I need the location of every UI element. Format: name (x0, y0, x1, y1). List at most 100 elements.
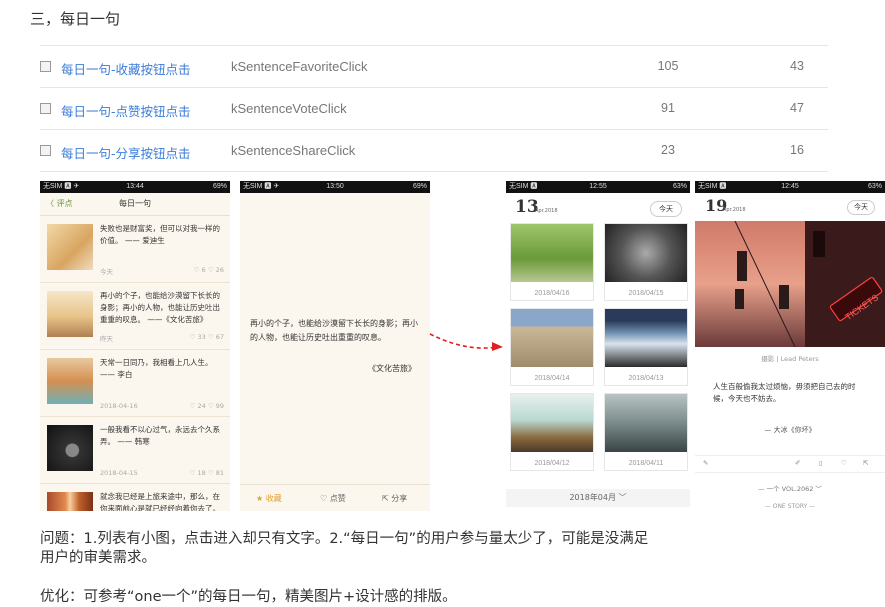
card-date: 2018/04/13 (628, 375, 664, 382)
date-day: 13 (515, 197, 539, 217)
share-button[interactable]: ⇱ 分享 (382, 493, 407, 504)
status-bar: 无SIM 🅰 12:45 63% (695, 181, 885, 193)
grid-card[interactable]: 2018/04/13 (604, 308, 688, 386)
table-row: 每日一句-收藏按钮点击 kSentenceFavoriteClick 105 4… (40, 46, 828, 88)
status-bar: 无SIM 🅰 12:55 63% (506, 181, 690, 193)
list-item-date: 2018-04-15 (100, 469, 138, 477)
status-time: 12:45 (781, 183, 799, 190)
list-item-meta: 2018-04-16 ♡ 24 ♡ 99 (100, 402, 224, 410)
list-item-meta: 昨天 ♡ 33 ♡ 67 (100, 333, 224, 343)
action-bar: ★ 收藏 ♡ 点赞 ⇱ 分享 (240, 484, 430, 511)
status-bar: 无SIM 🅰 ✈ 13:44 69% (40, 181, 230, 193)
event-name-link[interactable]: 每日一句-点赞按钮点击 (61, 101, 191, 120)
status-battery: 69% (412, 183, 427, 190)
phone-screenshot-detail: 无SIM 🅰 ✈ 13:50 69% 再小的个子，也能给沙漠留下长长的身影；再小… (240, 181, 430, 511)
pen-icon[interactable]: ✐ (795, 459, 800, 467)
photo-credit: 摄影 | Lead Peters (761, 355, 819, 363)
issue-line: 问题：1.列表有小图，点击进入却只有文字。2.“每日一句”的用户参与量太少了，可… (40, 531, 649, 547)
quote-text: 再小的个子，也能给沙漠留下长长的身影；再小的人物，也能让历史吐出重重的叹息。 (250, 319, 418, 342)
like-icon[interactable]: ♡ (841, 459, 847, 467)
thumbnail-image (47, 492, 93, 511)
list-item[interactable]: 就念我已经是上旅来途中，那么，在你来面前心是就已经经向着你去了。 —— 席慕蓉 (40, 484, 230, 511)
action-bar: ✎ ✐ ▯ ♡ ⇱ (695, 455, 885, 473)
list-item[interactable]: 一般我看不以心过气，永远去个久系弄。 —— 韩寒 2018-04-15 ♡ 18 … (40, 417, 230, 484)
event-code: kSentenceShareClick (231, 143, 356, 158)
grid-card[interactable]: 2018/04/11 (604, 393, 688, 471)
status-battery: 63% (672, 183, 687, 190)
date-header: 19 Apr.2018 今天 (695, 193, 885, 221)
card-image (605, 224, 687, 282)
row-checkbox[interactable] (40, 103, 51, 114)
like-button[interactable]: ♡ 点赞 (320, 493, 346, 504)
status-time: 12:55 (589, 183, 607, 190)
event-count: 105 (657, 59, 679, 73)
volume-selector[interactable]: — 一个 VOL.2062 ﹀ (695, 483, 885, 493)
edit-icon[interactable]: ✎ (703, 459, 708, 467)
row-checkbox[interactable] (40, 145, 51, 156)
thumbnail-image (47, 425, 93, 471)
favorite-button[interactable]: ★ 收藏 (256, 493, 282, 504)
grid-card[interactable]: 2018/04/16 (510, 223, 594, 301)
card-image (511, 394, 593, 452)
event-name-link[interactable]: 每日一句-分享按钮点击 (61, 143, 191, 162)
card-date: 2018/04/16 (534, 290, 570, 297)
bookmark-icon[interactable]: ▯ (819, 459, 823, 467)
list-item-stats: ♡ 33 ♡ 67 (189, 333, 224, 341)
event-code: kSentenceVoteClick (231, 101, 347, 116)
list-item-text: 天常一日同乃，我相看上几人生。 —— 李白 (100, 358, 213, 379)
optimize-paragraph: 优化：可参考“one一个”的每日一句，精美图片+设计感的排版。 (40, 589, 457, 605)
phone-screenshot-one-grid: 无SIM 🅰 12:55 63% 13 Apr.2018 今天 2018/04/… (506, 181, 690, 507)
date-month: Apr.2018 (535, 208, 558, 214)
grid-card[interactable]: 2018/04/14 (510, 308, 594, 386)
card-image (511, 224, 593, 282)
today-button[interactable]: 今天 (847, 200, 875, 215)
share-icon[interactable]: ⇱ (863, 459, 868, 467)
issue-line: 用户的审美需求。 (40, 550, 156, 566)
card-date: 2018/04/14 (534, 375, 570, 382)
table-row: 每日一句-点赞按钮点击 kSentenceVoteClick 91 47 (40, 88, 828, 130)
event-name-link[interactable]: 每日一句-收藏按钮点击 (61, 59, 191, 78)
list-item-stats: ♡ 18 ♡ 81 (189, 469, 224, 477)
list-item-meta: 2018-04-15 ♡ 18 ♡ 81 (100, 469, 224, 477)
nav-title: 每日一句 (119, 199, 151, 208)
thumbnail-image (47, 224, 93, 270)
sentence-text: 人生百般偷我太过烦恼，毋须把自己去的时候，今天也不妨去。 (713, 382, 856, 403)
event-table: 每日一句-收藏按钮点击 kSentenceFavoriteClick 105 4… (40, 45, 828, 172)
row-checkbox[interactable] (40, 61, 51, 72)
event-users: 47 (790, 101, 804, 115)
story-label: — ONE STORY — (764, 503, 816, 510)
grid-card[interactable]: 2018/04/15 (604, 223, 688, 301)
list-item-date: 今天 (100, 268, 113, 276)
feature-photo: TICKETS (695, 221, 885, 347)
event-users: 43 (790, 59, 804, 73)
status-time: 13:44 (126, 183, 144, 190)
status-bar: 无SIM 🅰 ✈ 13:50 69% (240, 181, 430, 193)
card-date: 2018/04/11 (628, 460, 664, 467)
arrow-icon (429, 333, 503, 351)
status-battery: 69% (212, 183, 227, 190)
event-users: 16 (790, 143, 804, 157)
card-date: 2018/04/15 (628, 290, 664, 297)
grid-card[interactable]: 2018/04/12 (510, 393, 594, 471)
list-item-date: 昨天 (100, 335, 113, 343)
table-row: 每日一句-分享按钮点击 kSentenceShareClick 23 16 (40, 130, 828, 172)
card-image (605, 309, 687, 367)
list-item[interactable]: 失败也是财富奖，但可以对我一样的价值。 —— 爱迪生 今天 ♡ 6 ♡ 26 (40, 216, 230, 283)
status-battery: 63% (867, 183, 882, 190)
status-time: 13:50 (326, 183, 344, 190)
list-item-text: 失败也是财富奖，但可以对我一样的价值。 —— 爱迪生 (100, 224, 220, 245)
sentence-author: — 大冰《你坏》 (764, 426, 816, 434)
phone-screenshot-one-detail: 无SIM 🅰 12:45 63% 19 Apr.2018 今天 TICKETS … (695, 181, 885, 511)
today-button[interactable]: 今天 (650, 201, 682, 217)
list-item-stats: ♡ 6 ♡ 26 (193, 266, 224, 274)
month-selector[interactable]: 2018年04月 ﹀ (506, 489, 690, 507)
card-date: 2018/04/12 (534, 460, 570, 467)
list-item[interactable]: 再小的个子，也能给沙漠留下长长的身影；再小的人物，也能让历史吐出重重的叹息。 —… (40, 283, 230, 350)
phone-screenshot-list: 无SIM 🅰 ✈ 13:44 69% 〈 评点 每日一句 失败也是财富奖，但可以… (40, 181, 230, 511)
list-item-text: 一般我看不以心过气，永远去个久系弄。 —— 韩寒 (100, 425, 220, 446)
thumbnail-image (47, 291, 93, 337)
list-item[interactable]: 天常一日同乃，我相看上几人生。 —— 李白 2018-04-16 ♡ 24 ♡ 9… (40, 350, 230, 417)
nav-bar: 〈 评点 每日一句 (40, 193, 230, 216)
event-code: kSentenceFavoriteClick (231, 59, 368, 74)
list-item-text: 再小的个子，也能给沙漠留下长长的身影；再小的人物，也能让历史吐出重重的叹息。 —… (100, 291, 220, 324)
